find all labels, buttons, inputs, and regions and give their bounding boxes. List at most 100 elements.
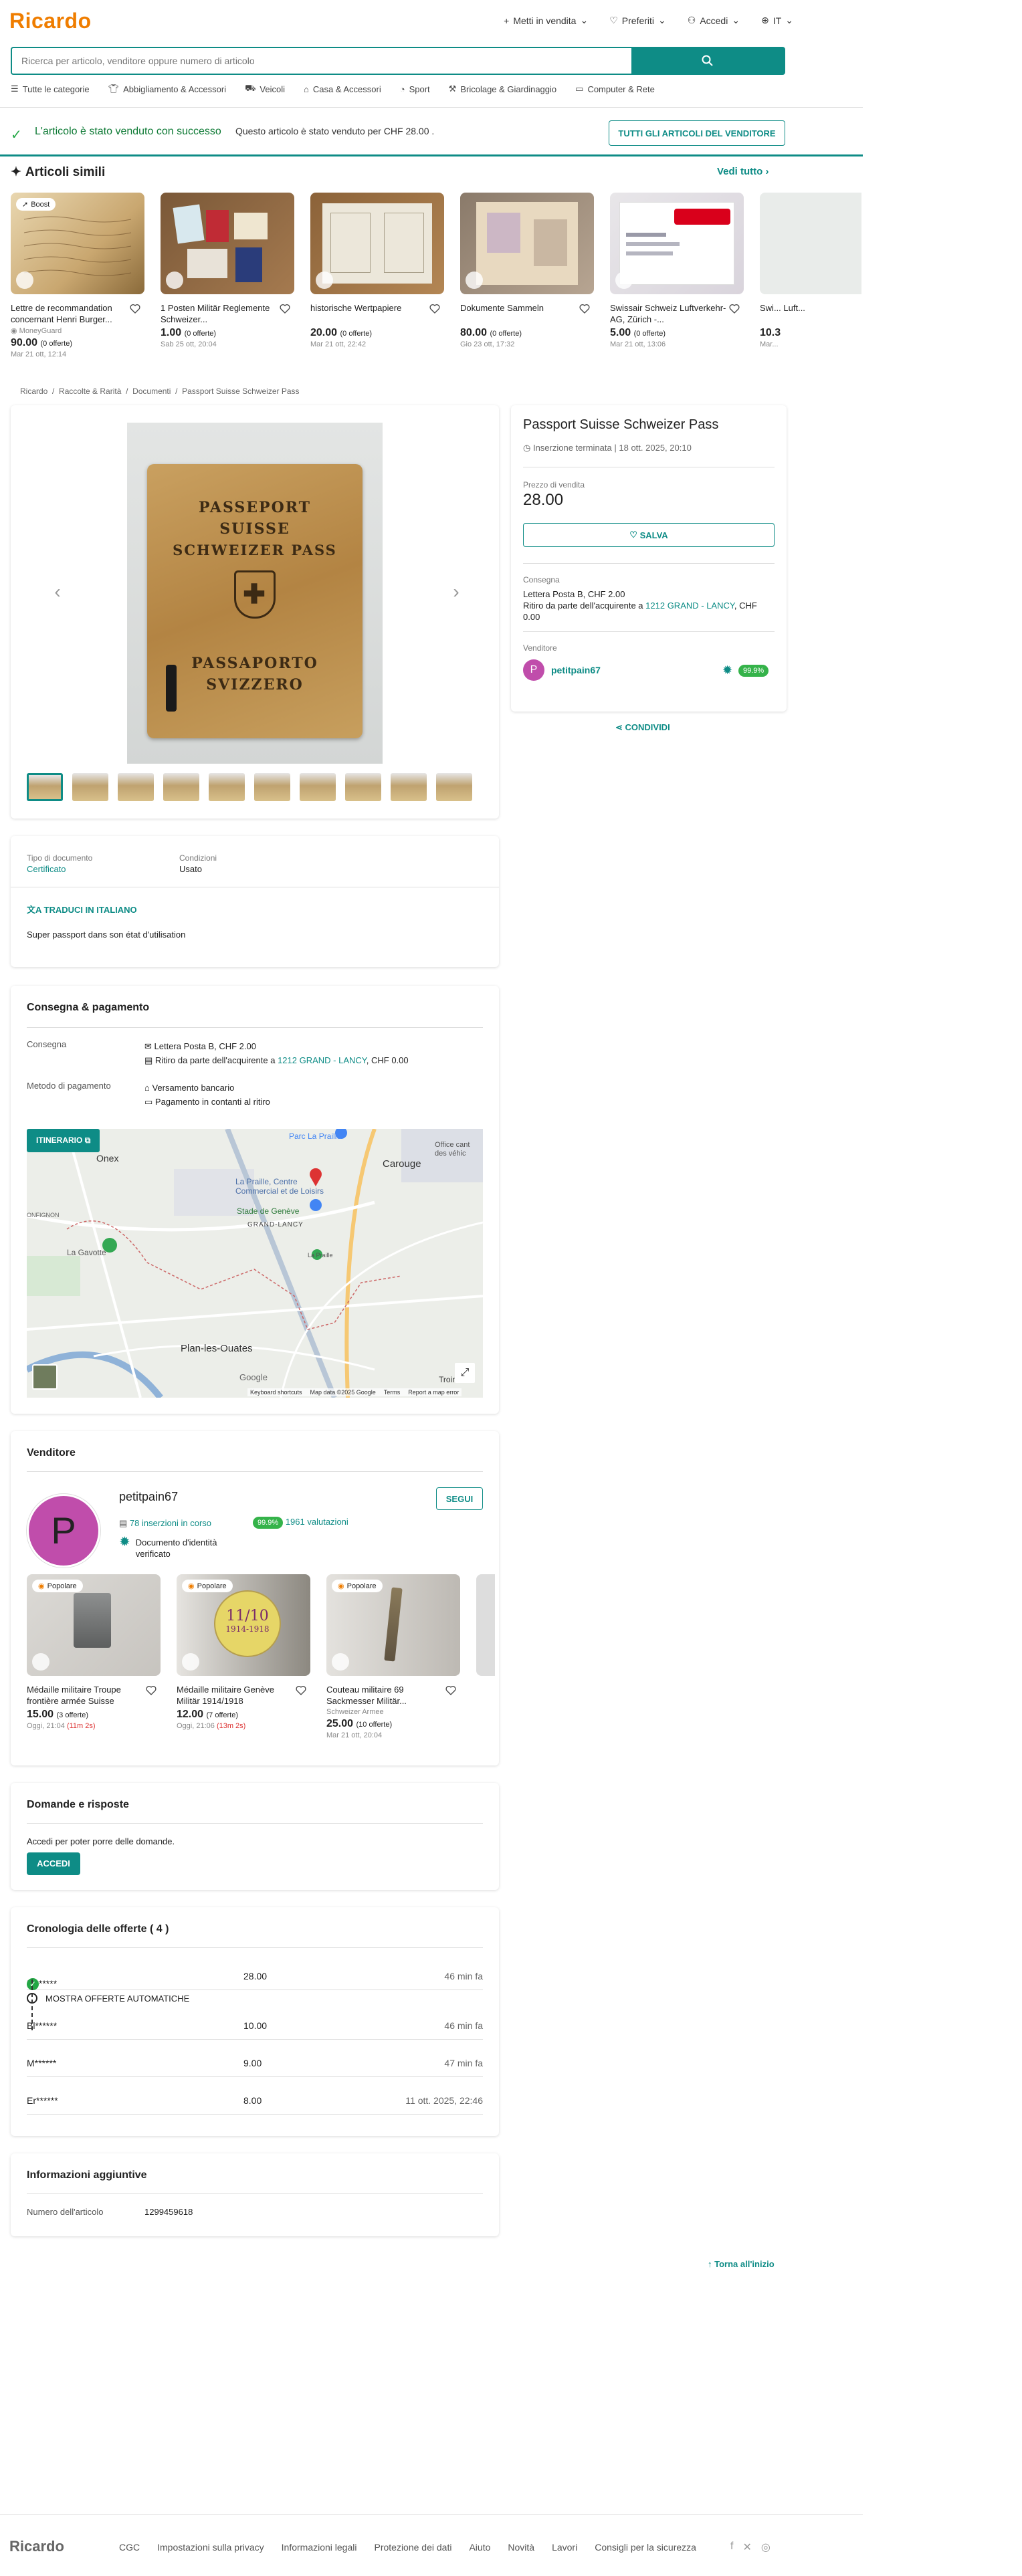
category-clothing[interactable]: 👕︎ Abbigliamento & Accessori xyxy=(108,83,226,95)
map-footer-link[interactable]: Keyboard shortcuts xyxy=(250,1389,302,1396)
map[interactable]: ITINERARIO ⧉ Onex Carouge Parc La Praill… xyxy=(27,1129,483,1398)
seller-item-card[interactable]: 11/10 1914-1918 ◉ Popolare Médaille milit… xyxy=(177,1574,310,1730)
share-button[interactable]: ⋖ CONDIVIDI xyxy=(615,722,670,733)
map-footer-link[interactable]: Terms xyxy=(384,1389,401,1396)
heart-icon[interactable] xyxy=(296,1685,306,1696)
heart-icon[interactable] xyxy=(579,304,590,314)
seller-item-card[interactable] xyxy=(476,1574,495,1676)
seller-link[interactable]: petitpain67 xyxy=(551,665,601,675)
translate-button[interactable]: 文A TRADUCI IN ITALIANO xyxy=(27,903,137,916)
thumbnail[interactable] xyxy=(72,773,108,801)
thumbnail[interactable] xyxy=(209,773,245,801)
shirt-icon: 👕︎ xyxy=(108,84,120,94)
thumbnail[interactable] xyxy=(163,773,199,801)
heart-icon[interactable] xyxy=(280,304,290,314)
satellite-toggle[interactable] xyxy=(32,1364,58,1390)
category-sport[interactable]: ◔ Sport xyxy=(400,83,430,95)
footer-logo[interactable]: Ricardo xyxy=(9,2538,64,2555)
footer-link[interactable]: CGC xyxy=(119,2542,140,2553)
facebook-icon[interactable]: f xyxy=(730,2541,733,2554)
back-to-top-link[interactable]: ↑ Torna all'inizio xyxy=(708,2259,775,2269)
similar-card[interactable]: Swi... Luft... 10.3 Mar... xyxy=(760,193,861,348)
next-arrow-icon[interactable]: › xyxy=(443,579,470,606)
doc-type-value[interactable]: Certificato xyxy=(27,864,66,874)
category-all[interactable]: ☰ Tutte le categorie xyxy=(11,83,90,95)
seller-avatar[interactable]: P xyxy=(27,1494,100,1568)
follow-button[interactable]: SEGUI xyxy=(436,1487,483,1510)
avatar[interactable]: P xyxy=(523,659,544,681)
seller-listings[interactable]: ▤ 78 inserzioni in corso xyxy=(119,1518,211,1529)
login-button[interactable]: ACCEDI xyxy=(27,1852,80,1875)
show-auto-offers[interactable]: MOSTRA OFFERTE AUTOMATICHE xyxy=(27,1993,189,2004)
rating-badge: 99.9% xyxy=(253,1517,284,1529)
gallery-panel: PASSEPORT SUISSE SCHWEIZER PASS ✚ PASSAP… xyxy=(11,405,499,819)
nav-favorites[interactable]: ♡ Preferiti ⌄ xyxy=(609,15,666,26)
itinerary-button[interactable]: ITINERARIO ⧉ xyxy=(27,1129,100,1152)
main-image[interactable]: PASSEPORT SUISSE SCHWEIZER PASS ✚ PASSAP… xyxy=(127,423,383,764)
category-home[interactable]: ⌂ Casa & Accessori xyxy=(304,83,381,95)
fullscreen-icon[interactable]: ⤢ xyxy=(455,1363,475,1383)
footer-links: CGC Impostazioni sulla privacy Informazi… xyxy=(119,2542,696,2553)
breadcrumb-item[interactable]: Ricardo xyxy=(20,387,47,396)
similar-card[interactable]: ➚ Boost Lettre de recommandation concerna… xyxy=(11,193,144,358)
seller-item-card[interactable]: ◉ Popolare Médaille militaire Troupe fron… xyxy=(27,1574,161,1730)
footer-link[interactable]: Impostazioni sulla privacy xyxy=(157,2542,264,2553)
seller-item-card[interactable]: ◉ Popolare Couteau militaire 69 Sackmesse… xyxy=(326,1574,460,1739)
seller-rating[interactable]: 99.9% 1961 valutazioni xyxy=(253,1517,348,1529)
ricardo-logo[interactable]: Ricardo xyxy=(9,9,92,33)
seller-name[interactable]: petitpain67 xyxy=(119,1490,178,1504)
breadcrumb-item[interactable]: Raccolte & Rarità xyxy=(59,387,121,396)
map-footer-link[interactable]: Report a map error xyxy=(408,1389,459,1396)
footer-link[interactable]: Aiuto xyxy=(469,2542,490,2553)
footer-link[interactable]: Lavori xyxy=(552,2542,577,2553)
search-button[interactable] xyxy=(631,48,784,74)
footer-link[interactable]: Consigli per la sicurezza xyxy=(595,2542,696,2553)
item-title: Lettre de recommandation concernant Henr… xyxy=(11,303,112,324)
reviews-link[interactable]: 1961 valutazioni xyxy=(286,1517,348,1527)
doc-type-label: Tipo di documento xyxy=(27,853,93,863)
save-button[interactable]: ♡ SALVA xyxy=(523,523,775,547)
similar-card[interactable]: historische Wertpapiere 20.00 (0 offerte… xyxy=(310,193,444,348)
nav-sell[interactable]: + Metti in vendita ⌄ xyxy=(504,15,588,26)
heart-icon[interactable] xyxy=(429,304,440,314)
category-vehicles[interactable]: ⛟ Veicoli xyxy=(245,83,285,95)
heart-icon[interactable] xyxy=(146,1685,157,1696)
thumbnail[interactable] xyxy=(118,773,154,801)
thumbnail[interactable] xyxy=(27,773,63,801)
similar-card[interactable]: 1 Posten Militär Reglemente Schweizer...… xyxy=(161,193,294,348)
footer-link[interactable]: Protezione dei dati xyxy=(374,2542,451,2553)
nav-login[interactable]: ⚇ Accedi ⌄ xyxy=(688,15,740,26)
seller-items-button[interactable]: TUTTI GLI ARTICOLI DEL VENDITORE xyxy=(609,120,785,146)
chevron-down-icon: ⌄ xyxy=(732,15,740,25)
instagram-icon[interactable]: ◎ xyxy=(761,2541,771,2554)
footer-link[interactable]: Informazioni legali xyxy=(282,2542,357,2553)
thumbnail[interactable] xyxy=(254,773,290,801)
globe-icon: ⊕ xyxy=(761,15,769,25)
thumbnail[interactable] xyxy=(436,773,472,801)
heart-icon[interactable] xyxy=(130,304,140,314)
category-computer[interactable]: ▭ Computer & Rete xyxy=(575,83,655,95)
plus-icon: + xyxy=(504,15,510,26)
envelope-icon: ✉ xyxy=(144,1041,155,1051)
category-diy[interactable]: ⚒ Bricolage & Giardinaggio xyxy=(449,83,556,95)
breadcrumb-item[interactable]: Documenti xyxy=(132,387,171,396)
location-link[interactable]: 1212 GRAND - LANCY xyxy=(278,1055,367,1065)
twitter-icon[interactable]: ✕ xyxy=(742,2541,751,2554)
heart-icon[interactable] xyxy=(445,1685,456,1696)
similar-card[interactable]: Swissair Schweiz Luftverkehr-AG, Zürich … xyxy=(610,193,744,348)
item-date: Oggi, 21:06 (13m 2s) xyxy=(177,1722,246,1730)
search-input[interactable] xyxy=(12,48,627,74)
seller-item-image: ◉ Popolare xyxy=(326,1574,460,1676)
winner-check-icon: ✓ xyxy=(27,1978,39,1990)
heart-icon[interactable] xyxy=(729,304,740,314)
footer-link[interactable]: Novità xyxy=(508,2542,534,2553)
thumbnail[interactable] xyxy=(391,773,427,801)
nav-language[interactable]: ⊕ IT ⌄ xyxy=(761,15,793,26)
thumbnail[interactable] xyxy=(300,773,336,801)
prev-arrow-icon[interactable]: ‹ xyxy=(44,579,71,606)
location-link[interactable]: 1212 GRAND - LANCY xyxy=(645,601,734,611)
map-label: La Gavotte xyxy=(67,1248,106,1257)
similar-card[interactable]: Dokumente Sammeln 80.00 (0 offerte) Gio … xyxy=(460,193,594,348)
thumbnail[interactable] xyxy=(345,773,381,801)
see-all-link[interactable]: Vedi tutto › xyxy=(717,166,769,177)
